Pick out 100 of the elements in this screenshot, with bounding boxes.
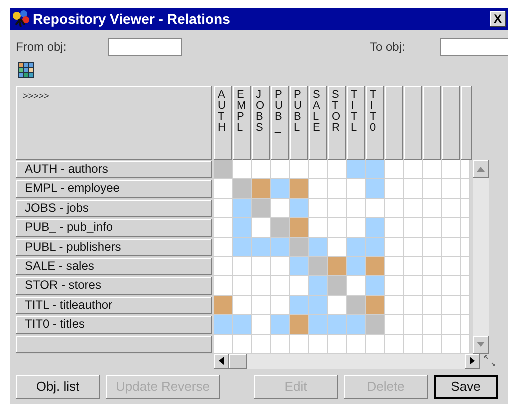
row-header[interactable]: PUB_ - pub_info <box>16 219 212 237</box>
matrix-cell[interactable] <box>309 238 328 256</box>
close-button[interactable]: X <box>490 11 506 27</box>
matrix-cell[interactable] <box>214 296 233 314</box>
column-header[interactable]: TIT0 <box>366 86 384 160</box>
matrix-cell[interactable] <box>271 256 290 276</box>
matrix-cell[interactable] <box>366 256 385 276</box>
matrix-cell[interactable] <box>290 276 309 295</box>
matrix-cell[interactable] <box>347 218 366 237</box>
matrix-cell[interactable] <box>385 238 404 256</box>
matrix-cell[interactable] <box>404 238 423 256</box>
column-header[interactable]: TITL <box>347 86 364 160</box>
action-button[interactable]: Save <box>434 374 498 399</box>
matrix-cell[interactable] <box>214 315 233 334</box>
matrix-cell[interactable] <box>404 315 423 334</box>
column-header[interactable]: JOBS <box>252 86 270 160</box>
matrix-cell[interactable] <box>233 198 252 218</box>
matrix-cell[interactable] <box>385 334 404 353</box>
matrix-cell[interactable] <box>347 160 366 178</box>
matrix-cell[interactable] <box>252 276 271 295</box>
matrix-cell[interactable] <box>442 256 461 276</box>
matrix-cell[interactable] <box>404 198 423 218</box>
matrix-cell[interactable] <box>252 238 271 256</box>
vertical-scrollbar[interactable] <box>473 160 489 354</box>
row-header[interactable]: AUTH - authors <box>16 161 212 178</box>
matrix-cell[interactable] <box>385 276 404 295</box>
matrix-cell[interactable] <box>461 160 470 178</box>
column-header[interactable]: AUTH <box>214 86 232 160</box>
column-header[interactable]: SALE <box>309 86 326 160</box>
matrix-cell[interactable] <box>233 334 252 353</box>
matrix-cell[interactable] <box>233 315 252 334</box>
matrix-cell[interactable] <box>461 315 470 334</box>
matrix-cell[interactable] <box>442 238 461 256</box>
row-header[interactable]: EMPL - employee <box>16 180 212 198</box>
column-header[interactable] <box>442 86 460 160</box>
scroll-thumb[interactable] <box>229 354 247 369</box>
matrix-cell[interactable] <box>347 256 366 276</box>
row-header[interactable]: PUBL - publishers <box>16 238 212 256</box>
matrix-cell[interactable] <box>366 276 385 295</box>
from-field[interactable] <box>108 38 182 56</box>
matrix-cell[interactable] <box>347 238 366 256</box>
matrix-cell[interactable] <box>309 315 328 334</box>
matrix-cell[interactable] <box>423 334 442 353</box>
matrix-cell[interactable] <box>233 160 252 178</box>
matrix-cell[interactable] <box>309 198 328 218</box>
matrix-cell[interactable] <box>252 315 271 334</box>
matrix-cell[interactable] <box>385 198 404 218</box>
matrix-cell[interactable] <box>347 276 366 295</box>
row-header[interactable]: TITL - titleauthor <box>16 296 212 314</box>
matrix-cell[interactable] <box>271 315 290 334</box>
matrix-cell[interactable] <box>271 238 290 256</box>
matrix-cell[interactable] <box>214 198 233 218</box>
matrix-cell[interactable] <box>214 160 233 178</box>
matrix-cell[interactable] <box>423 315 442 334</box>
matrix-cell[interactable] <box>328 315 347 334</box>
matrix-cell[interactable] <box>366 218 385 237</box>
matrix-cell[interactable] <box>404 334 423 353</box>
matrix-cell[interactable] <box>233 296 252 314</box>
matrix-cell[interactable] <box>328 218 347 237</box>
matrix-cell[interactable] <box>214 256 233 276</box>
matrix-cell[interactable] <box>233 218 252 237</box>
matrix-cell[interactable] <box>404 276 423 295</box>
matrix-cell[interactable] <box>442 179 461 198</box>
matrix-cell[interactable] <box>233 179 252 198</box>
matrix-cell[interactable] <box>347 296 366 314</box>
matrix-cell[interactable] <box>252 198 271 218</box>
column-header[interactable]: PUB_ <box>271 86 288 160</box>
matrix-cell[interactable] <box>442 296 461 314</box>
matrix-cell[interactable] <box>461 238 470 256</box>
matrix-cell[interactable] <box>290 218 309 237</box>
matrix-cell[interactable] <box>385 218 404 237</box>
matrix-cell[interactable] <box>309 334 328 353</box>
matrix-cell[interactable] <box>271 334 290 353</box>
matrix-cell[interactable] <box>404 218 423 237</box>
matrix-cell[interactable] <box>252 256 271 276</box>
matrix-cell[interactable] <box>404 256 423 276</box>
matrix-cell[interactable] <box>328 238 347 256</box>
action-button[interactable]: Obj. list <box>16 374 100 399</box>
matrix-cell[interactable] <box>214 334 233 353</box>
matrix-cell[interactable] <box>290 256 309 276</box>
row-header[interactable]: SALE - sales <box>16 258 212 276</box>
to-field[interactable] <box>440 38 508 56</box>
row-header[interactable]: JOBS - jobs <box>16 200 212 218</box>
matrix-cell[interactable] <box>423 198 442 218</box>
matrix-cell[interactable] <box>290 238 309 256</box>
matrix-cell[interactable] <box>309 179 328 198</box>
matrix-cell[interactable] <box>461 198 470 218</box>
matrix-cell[interactable] <box>461 276 470 295</box>
matrix-cell[interactable] <box>404 296 423 314</box>
matrix-cell[interactable] <box>328 160 347 178</box>
matrix-cell[interactable] <box>385 256 404 276</box>
matrix-cell[interactable] <box>290 179 309 198</box>
matrix-cell[interactable] <box>423 296 442 314</box>
matrix-cell[interactable] <box>366 296 385 314</box>
matrix-cell[interactable] <box>309 276 328 295</box>
matrix-cell[interactable] <box>214 238 233 256</box>
matrix-cell[interactable] <box>423 256 442 276</box>
matrix-cell[interactable] <box>442 315 461 334</box>
matrix-cell[interactable] <box>309 256 328 276</box>
matrix-cell[interactable] <box>366 315 385 334</box>
